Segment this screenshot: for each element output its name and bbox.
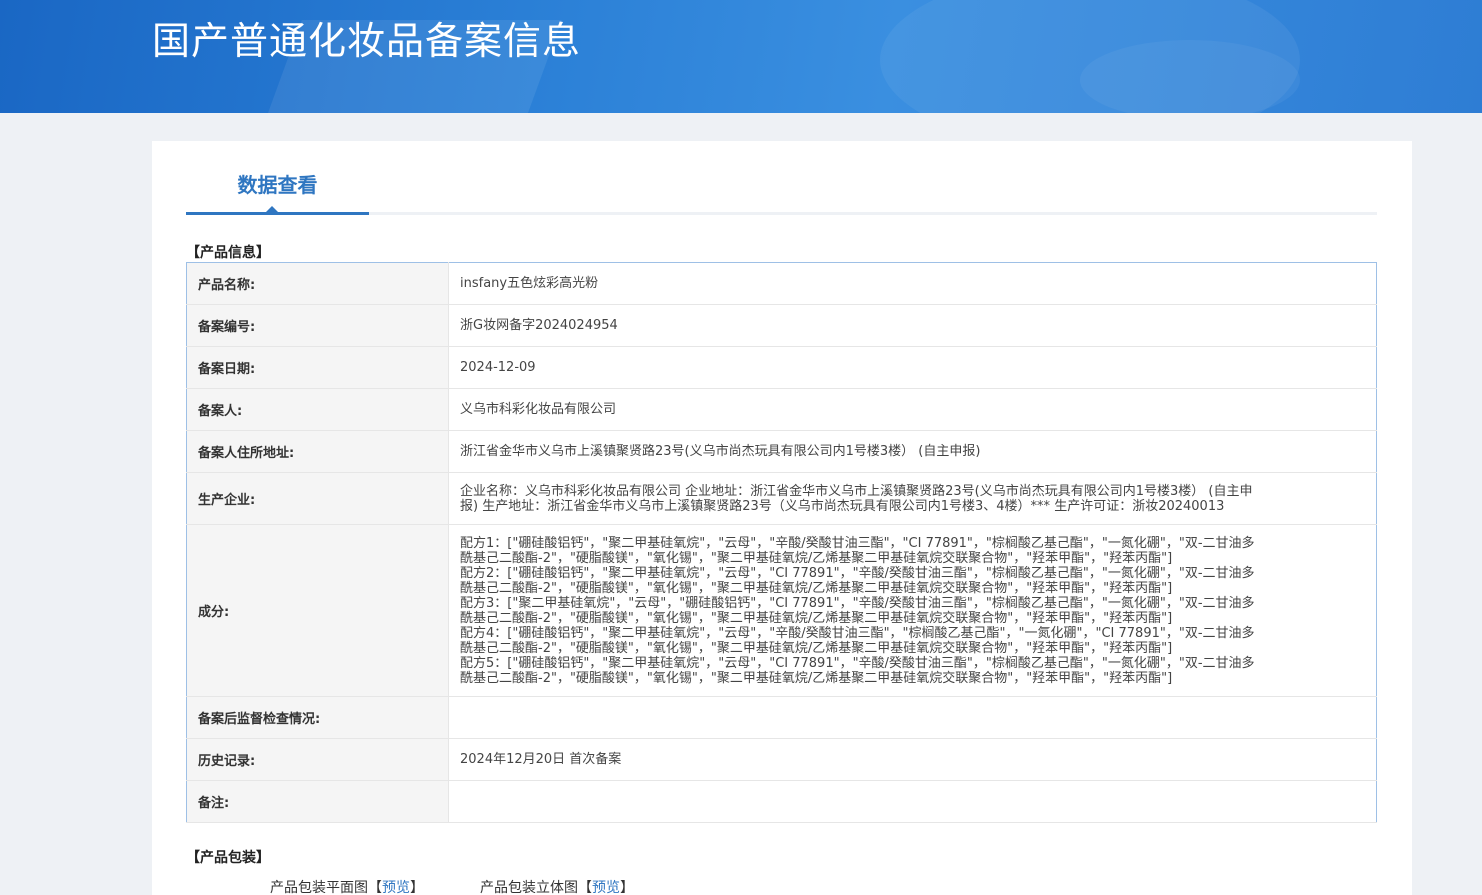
row-label: 成分:: [186, 524, 449, 697]
tab-bar: 数据查看: [186, 141, 1377, 215]
row-value: 配方1：["硼硅酸铝钙"，"聚二甲基硅氧烷"，"云母"，"辛酸/癸酸甘油三酯"，…: [448, 524, 1377, 697]
bracket-open: 【: [368, 880, 382, 895]
packaging-item-label: 产品包装立体图: [480, 880, 578, 895]
bracket-close: 】: [410, 880, 424, 895]
row-value: [448, 696, 1377, 739]
row-label: 产品名称:: [186, 262, 449, 305]
value-line: 企业名称：义乌市科彩化妆品有限公司 企业地址：浙江省金华市义乌市上溪镇聚贤路23…: [460, 483, 1253, 499]
row-value: 企业名称：义乌市科彩化妆品有限公司 企业地址：浙江省金华市义乌市上溪镇聚贤路23…: [448, 472, 1377, 525]
row-label: 备案人住所地址:: [186, 430, 449, 473]
banner-decoration: [1080, 40, 1300, 113]
section-title-product-info: 【产品信息】: [186, 245, 270, 261]
table-row: 备案人住所地址: 浙江省金华市义乌市上溪镇聚贤路23号(义乌市尚杰玩具有限公司内…: [186, 430, 1377, 473]
page-title: 国产普通化妆品备案信息: [152, 19, 582, 63]
row-value: 浙G妆网备字2024024954: [448, 304, 1377, 347]
tab-data-view[interactable]: 数据查看: [186, 141, 369, 215]
row-value: 2024-12-09: [448, 346, 1377, 389]
bracket-open: 【: [578, 880, 592, 895]
packaging-item-3d: 产品包装立体图【预览】: [480, 877, 634, 895]
row-label: 生产企业:: [186, 472, 449, 525]
table-row: 备注:: [186, 780, 1377, 823]
header-banner: 国产普通化妆品备案信息: [0, 0, 1482, 113]
packaging-item-label: 产品包装平面图: [270, 880, 368, 895]
preview-link-3d[interactable]: 预览: [592, 880, 620, 895]
value-line: 酰基己二酸酯-2"，"硬脂酸镁"，"氧化锡"，"聚二甲基硅氧烷/乙烯基聚二甲基硅…: [460, 670, 1173, 686]
row-label: 备案人:: [186, 388, 449, 431]
table-row: 历史记录: 2024年12月20日 首次备案: [186, 738, 1377, 781]
table-row: 备案编号: 浙G妆网备字2024024954: [186, 304, 1377, 347]
content-panel: 数据查看 【产品信息】 产品名称: insfany五色炫彩高光粉 备案编号: 浙…: [152, 141, 1412, 895]
row-value: 义乌市科彩化妆品有限公司: [448, 388, 1377, 431]
table-row: 备案人: 义乌市科彩化妆品有限公司: [186, 388, 1377, 431]
value-line: 报) 生产地址：浙江省金华市义乌市上溪镇聚贤路23号（义乌市尚杰玩具有限公司内1…: [460, 498, 1225, 514]
row-label: 备案编号:: [186, 304, 449, 347]
row-value: insfany五色炫彩高光粉: [448, 262, 1377, 305]
table-row: 成分: 配方1：["硼硅酸铝钙"，"聚二甲基硅氧烷"，"云母"，"辛酸/癸酸甘油…: [186, 524, 1377, 697]
value-line: 酰基己二酸酯-2"，"硬脂酸镁"，"氧化锡"，"聚二甲基硅氧烷/乙烯基聚二甲基硅…: [460, 580, 1173, 596]
value-line: 配方4：["硼硅酸铝钙"，"聚二甲基硅氧烷"，"云母"，"辛酸/癸酸甘油三酯"，…: [460, 625, 1255, 641]
value-line: 酰基己二酸酯-2"，"硬脂酸镁"，"氧化锡"，"聚二甲基硅氧烷/乙烯基聚二甲基硅…: [460, 550, 1173, 566]
value-line: 配方3：["聚二甲基硅氧烷"，"云母"，"硼硅酸铝钙"，"CI 77891"，"…: [460, 595, 1255, 611]
bracket-close: 】: [620, 880, 634, 895]
preview-link-flat[interactable]: 预览: [382, 880, 410, 895]
product-info-table: 产品名称: insfany五色炫彩高光粉 备案编号: 浙G妆网备字2024024…: [186, 262, 1377, 823]
row-label: 备案日期:: [186, 346, 449, 389]
value-line: 配方5：["硼硅酸铝钙"，"聚二甲基硅氧烷"，"云母"，"CI 77891"，"…: [460, 655, 1255, 671]
row-label: 备注:: [186, 780, 449, 823]
packaging-item-flat: 产品包装平面图【预览】: [270, 877, 424, 895]
row-value: 浙江省金华市义乌市上溪镇聚贤路23号(义乌市尚杰玩具有限公司内1号楼3楼） (自…: [448, 430, 1377, 473]
table-row: 生产企业: 企业名称：义乌市科彩化妆品有限公司 企业地址：浙江省金华市义乌市上溪…: [186, 472, 1377, 525]
row-value: [448, 780, 1377, 823]
value-line: 酰基己二酸酯-2"，"硬脂酸镁"，"氧化锡"，"聚二甲基硅氧烷/乙烯基聚二甲基硅…: [460, 640, 1173, 656]
section-title-packaging: 【产品包装】: [186, 850, 270, 866]
table-row: 产品名称: insfany五色炫彩高光粉: [186, 262, 1377, 305]
row-value: 2024年12月20日 首次备案: [448, 738, 1377, 781]
row-label: 历史记录:: [186, 738, 449, 781]
tab-active-caret: [265, 206, 279, 213]
tab-label: 数据查看: [237, 173, 318, 197]
value-line: 配方1：["硼硅酸铝钙"，"聚二甲基硅氧烷"，"云母"，"辛酸/癸酸甘油三酯"，…: [460, 535, 1255, 551]
table-row: 备案日期: 2024-12-09: [186, 346, 1377, 389]
row-label: 备案后监督检查情况:: [186, 696, 449, 739]
value-line: 配方2：["硼硅酸铝钙"，"聚二甲基硅氧烷"，"云母"，"CI 77891"，"…: [460, 565, 1255, 581]
value-line: 酰基己二酸酯-2"，"硬脂酸镁"，"氧化锡"，"聚二甲基硅氧烷/乙烯基聚二甲基硅…: [460, 610, 1173, 626]
table-row: 备案后监督检查情况:: [186, 696, 1377, 739]
